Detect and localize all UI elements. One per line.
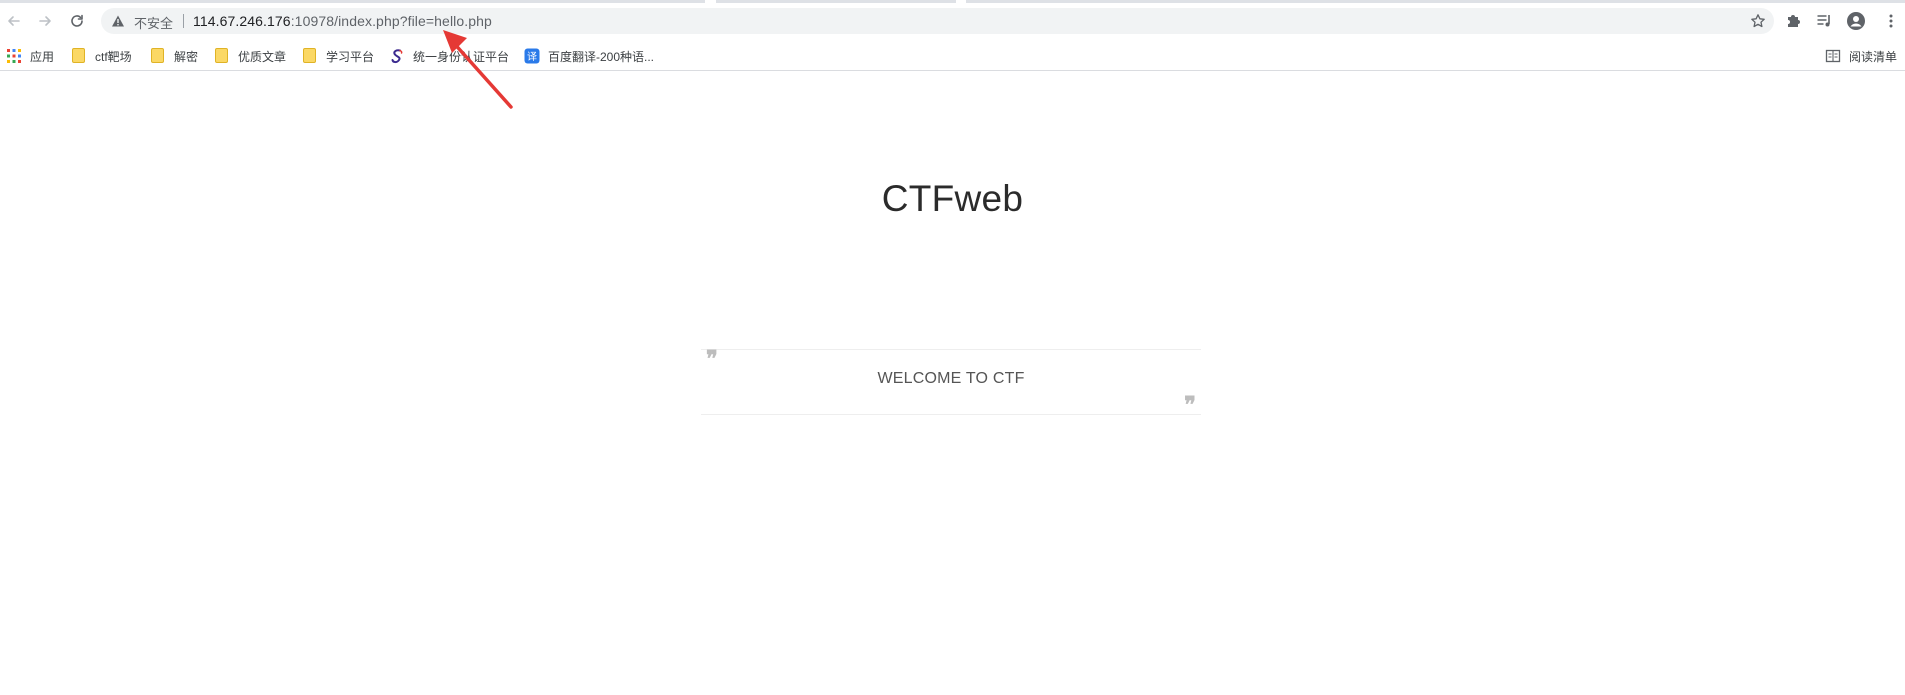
reading-list-icon [1825,49,1841,63]
bookmarks-bar: 应用 ctf靶场 解密 优质文章 学习平台 统一身份认证平台 译 百度翻译-20… [0,41,1905,71]
bookmark-label: 学习平台 [326,49,375,64]
tab-strip-hint [716,0,956,3]
reload-icon [71,14,83,27]
apps-grid-icon [7,49,21,63]
folder-icon [302,48,318,64]
welcome-text: WELCOME TO CTF [877,370,1025,387]
extensions-button[interactable] [1782,10,1804,32]
folder-icon [214,48,230,64]
menu-button[interactable] [1880,10,1902,32]
address-bar[interactable]: 不安全 114.67.246.176:10978/index.php?file=… [101,8,1774,34]
bookmark-apps[interactable]: 应用 [6,46,54,66]
bookmark-label: 解密 [174,49,199,64]
annotation-arrow-icon [443,30,513,109]
avatar-icon [1847,12,1865,30]
reading-list-label: 阅读清单 [1848,49,1897,64]
open-quote-icon: ❞ [706,346,718,372]
folder-icon [71,48,87,64]
browser-toolbar: 不安全 114.67.246.176:10978/index.php?file=… [0,0,1905,41]
close-quote-icon: ❞ [1184,392,1196,418]
swirl-logo-icon [391,49,403,64]
security-divider [183,14,184,28]
bookmark-label: ctf靶场 [95,49,132,64]
forward-button[interactable] [32,8,58,34]
reload-button[interactable] [64,8,90,34]
bookmark-folder-decrypt[interactable]: 解密 [150,46,198,66]
bookmark-label: 百度翻译-200种语... [548,49,655,64]
profile-button[interactable] [1845,10,1867,32]
security-label[interactable]: 不安全 [134,13,173,32]
warning-triangle-icon [112,15,124,27]
bookmark-folder-articles[interactable]: 优质文章 [214,46,286,66]
translate-icon: 译 [524,48,540,64]
welcome-blockquote: ❞ WELCOME TO CTF ❞ [701,346,1201,418]
arrow-left-icon [8,16,20,26]
arrow-right-icon [39,16,51,26]
tab-strip-hint [966,0,1905,3]
star-icon[interactable] [1750,13,1766,29]
playlist-icon [1817,15,1830,27]
reading-list-button[interactable]: 阅读清单 [1825,46,1897,66]
url-host: 114.67.246.176 [193,13,291,29]
tab-strip-hint [0,0,705,3]
page-content: CTFweb ❞ WELCOME TO CTF ❞ [0,72,1905,695]
page-title: CTFweb [881,178,1024,219]
bookmark-label: 应用 [30,49,55,64]
folder-icon [150,48,166,64]
bookmark-folder-ctf[interactable]: ctf靶场 [71,46,132,66]
bookmark-folder-learning[interactable]: 学习平台 [302,46,374,66]
bookmark-baidu-translate[interactable]: 译 百度翻译-200种语... [524,46,654,66]
puzzle-icon [1788,15,1800,27]
media-button[interactable] [1813,10,1835,32]
kebab-icon [1889,14,1893,28]
svg-text:译: 译 [527,51,537,63]
back-button[interactable] [1,8,27,34]
bookmark-label: 优质文章 [238,49,287,64]
